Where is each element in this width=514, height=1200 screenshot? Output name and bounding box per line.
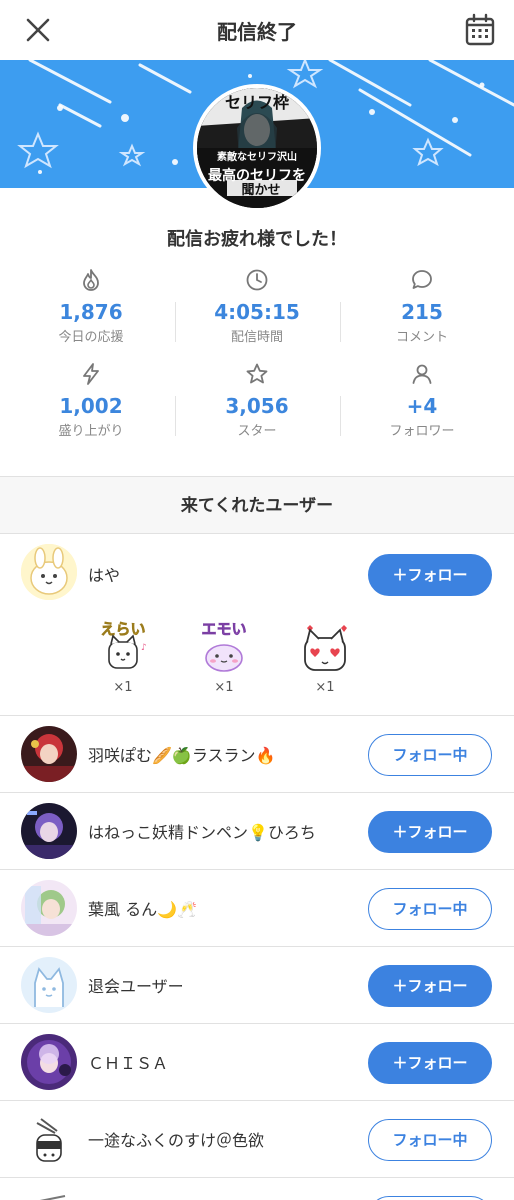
stat-label: スター bbox=[237, 424, 277, 439]
person-icon bbox=[412, 364, 432, 384]
user-row: はねっこ妖精ドンペン💡ひろち ＋フォロー bbox=[0, 793, 514, 870]
sticker-item: ×1 bbox=[290, 614, 360, 695]
user-row: 一途なふくのすけ＠色欲 フォロー中 bbox=[0, 1101, 514, 1178]
stat-value: +4 bbox=[406, 394, 438, 418]
clock-icon bbox=[246, 269, 268, 291]
user-name[interactable]: 退会ユーザー bbox=[88, 973, 184, 997]
stat-stars: 3,056 スター bbox=[172, 362, 342, 439]
svg-text:♪: ♪ bbox=[141, 643, 147, 653]
stats-grid: 1,876 今日の応援 4:05:15 配信時間 215 コメント 1,002 … bbox=[0, 262, 514, 452]
avatar[interactable] bbox=[21, 726, 77, 782]
user-row: ＣＨＩＳＡ ＋フォロー bbox=[0, 1024, 514, 1101]
following-button[interactable] bbox=[368, 1196, 492, 1200]
stat-excitement: 1,002 盛り上がり bbox=[6, 362, 176, 439]
stat-label: 盛り上がり bbox=[58, 424, 124, 439]
stat-value: 215 bbox=[401, 300, 443, 324]
following-button[interactable]: フォロー中 bbox=[368, 888, 492, 930]
sticker-count: ×1 bbox=[113, 680, 133, 695]
stat-followers: +4 フォロワー bbox=[337, 362, 507, 439]
follow-button[interactable]: ＋フォロー bbox=[368, 811, 492, 853]
sticker-item: エモい ×1 bbox=[189, 614, 259, 695]
sticker-emoi-image: エモい bbox=[201, 620, 247, 672]
sticker-count: ×1 bbox=[315, 680, 335, 695]
avatar[interactable] bbox=[21, 544, 77, 600]
stat-value: 4:05:15 bbox=[214, 300, 300, 324]
comment-icon bbox=[412, 270, 432, 289]
stat-comments: 215 コメント bbox=[337, 268, 507, 345]
avatar-title-text: セリフ枠 bbox=[225, 93, 289, 112]
flame-icon bbox=[83, 269, 99, 291]
avatar-main-text: 最高のセリフを bbox=[208, 167, 306, 184]
user-row: はや ＋フォロー えらい ♪ ×1 エモい ×1 ×1 bbox=[0, 534, 514, 716]
stat-label: 配信時間 bbox=[230, 330, 283, 345]
avatar[interactable] bbox=[21, 1034, 77, 1090]
following-button[interactable]: フォロー中 bbox=[368, 734, 492, 776]
star-icon bbox=[246, 363, 268, 384]
user-row: 葉風 るん🌙🥂 フォロー中 bbox=[0, 870, 514, 947]
thanks-message: 配信お疲れ様でした！ bbox=[167, 229, 347, 250]
user-name[interactable]: 羽咲ぽむ🥖🍏ラスラン🔥 bbox=[88, 742, 275, 766]
stat-value: 1,876 bbox=[59, 300, 123, 324]
calendar-icon[interactable] bbox=[464, 13, 496, 47]
page-title: 配信終了 bbox=[217, 20, 297, 44]
follow-button[interactable]: ＋フォロー bbox=[368, 554, 492, 596]
user-row: 羽咲ぽむ🥖🍏ラスラン🔥 フォロー中 bbox=[0, 716, 514, 793]
stat-value: 1,002 bbox=[59, 394, 123, 418]
streamer-avatar: セリフ枠 素敵なセリフ沢山 最高のセリフを 聞かせ bbox=[193, 84, 321, 212]
user-name[interactable]: はねっこ妖精ドンペン💡ひろち bbox=[88, 819, 316, 843]
stat-duration: 4:05:15 配信時間 bbox=[172, 268, 342, 345]
stat-support: 1,876 今日の応援 bbox=[6, 268, 176, 345]
follow-button[interactable]: ＋フォロー bbox=[368, 965, 492, 1007]
user-name[interactable]: はや bbox=[88, 562, 120, 586]
sticker-erai-image: えらい ♪ bbox=[100, 620, 147, 669]
avatar-small-text: 聞かせ bbox=[241, 183, 280, 198]
user-name[interactable]: 一途なふくのすけ＠色欲 bbox=[88, 1127, 264, 1151]
sticker-heart-eyes-image bbox=[304, 625, 347, 671]
avatar[interactable] bbox=[21, 803, 77, 859]
stat-label: コメント bbox=[395, 330, 448, 345]
avatar[interactable] bbox=[21, 880, 77, 936]
following-button[interactable]: フォロー中 bbox=[368, 1119, 492, 1161]
sticker-item: えらい ♪ ×1 bbox=[88, 614, 158, 695]
stat-label: 今日の応援 bbox=[58, 330, 124, 345]
sticker-text: エモい bbox=[201, 620, 246, 638]
avatar[interactable] bbox=[21, 1111, 77, 1167]
follow-button[interactable]: ＋フォロー bbox=[368, 1042, 492, 1084]
user-row: 退会ユーザー ＋フォロー bbox=[0, 947, 514, 1024]
avatar[interactable] bbox=[21, 957, 77, 1013]
avatar-subtitle-text: 素敵なセリフ沢山 bbox=[217, 150, 297, 163]
avatar[interactable] bbox=[21, 1188, 77, 1200]
user-name[interactable]: 葉風 るん🌙🥂 bbox=[88, 896, 197, 920]
stat-value: 3,056 bbox=[225, 394, 289, 418]
header: 配信終了 bbox=[0, 0, 514, 60]
section-title: 来てくれたユーザー bbox=[0, 476, 514, 534]
lightning-icon bbox=[83, 363, 99, 385]
user-row bbox=[0, 1178, 514, 1200]
user-name[interactable]: ＣＨＩＳＡ bbox=[88, 1050, 168, 1074]
sticker-text: えらい bbox=[100, 620, 145, 638]
stat-label: フォロワー bbox=[389, 424, 455, 439]
sticker-count: ×1 bbox=[214, 680, 234, 695]
